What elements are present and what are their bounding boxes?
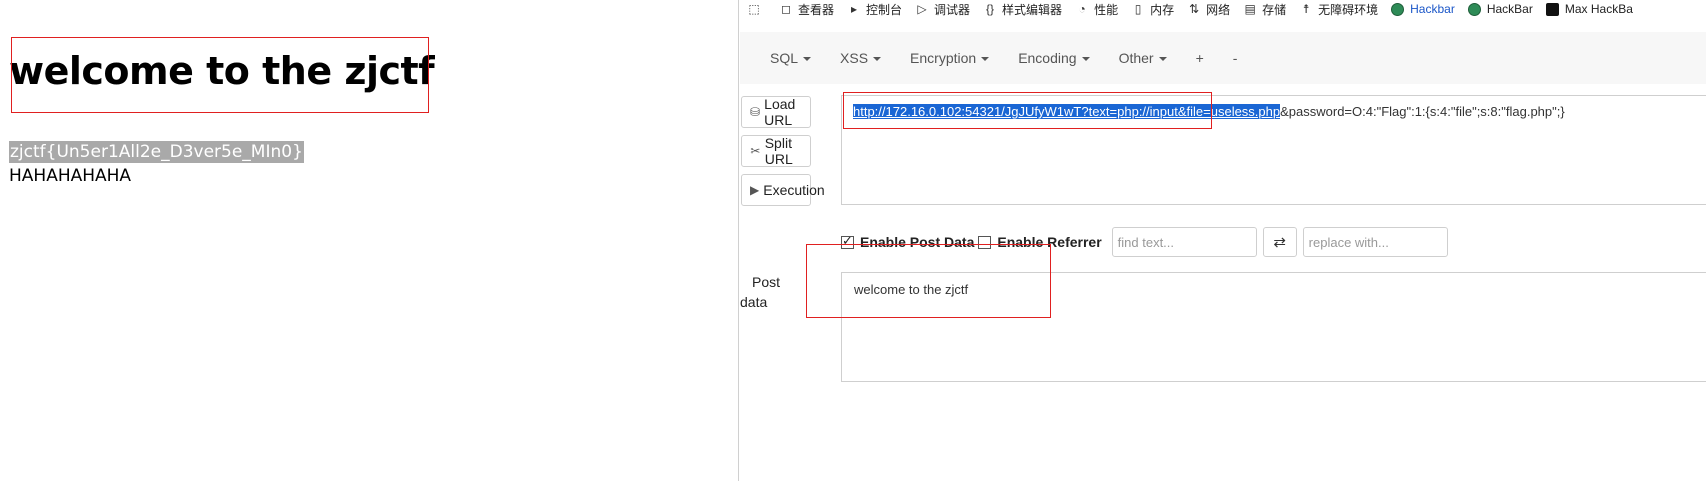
menu-label: -	[1232, 50, 1238, 66]
debugger-icon: ▷	[917, 2, 927, 16]
hackbar-toolbar: SQL XSS Encryption Encoding Other + -	[740, 32, 1706, 84]
url-rest-text: &password=O:4:"Flag":1:{s:4:"file";s:8:"…	[1280, 104, 1565, 119]
tab-debugger[interactable]: ▷ 调试器	[915, 0, 970, 18]
execution-button[interactable]: ▶ Execution	[741, 174, 825, 206]
load-url-button[interactable]: ⛁ Load URL	[741, 96, 811, 128]
tab-label: 查看器	[798, 2, 835, 17]
element-picker-button[interactable]: ⬚	[747, 0, 766, 18]
caret-down-icon	[803, 57, 812, 61]
performance-icon: ◔	[1078, 2, 1086, 16]
caret-down-icon	[873, 57, 882, 61]
menu-label: XSS	[840, 50, 869, 66]
caret-down-icon	[1158, 57, 1167, 61]
post-data-label: Post data	[740, 272, 820, 312]
menu-xss[interactable]: XSS	[840, 50, 882, 66]
post-label-line-2: data	[740, 294, 768, 310]
tab-style-editor[interactable]: {} 样式编辑器	[983, 0, 1062, 18]
menu-label: +	[1195, 50, 1204, 66]
caret-down-icon	[1081, 57, 1090, 61]
tab-label: Hackbar	[1410, 2, 1455, 16]
post-label-line-1: Post	[752, 274, 781, 290]
button-label: Split URL	[764, 135, 793, 167]
menu-encryption[interactable]: Encryption	[910, 50, 990, 66]
tab-label: 内存	[1150, 2, 1175, 17]
memory-icon: ▯	[1134, 2, 1142, 16]
tab-console[interactable]: ▸ 控制台	[847, 0, 902, 18]
network-icon: ⇅	[1189, 2, 1200, 16]
url-selected-text: http://172.16.0.102:54321/JgJUfyW1wT?tex…	[853, 104, 1281, 119]
tab-label: 网络	[1206, 2, 1231, 17]
devtools-panel: ⬚ ◻ 查看器 ▸ 控制台 ▷ 调试器 {} 样式编辑器 ◔ 性能 ▯ 内存 ⇅ 网络 ▤ 存储…	[738, 0, 1706, 481]
tab-accessibility[interactable]: ☨ 无障碍环境	[1299, 0, 1378, 18]
remove-button[interactable]: -	[1233, 50, 1238, 66]
console-icon: ▸	[851, 2, 858, 16]
enable-referrer-label: Enable Referrer	[997, 234, 1102, 250]
tab-label: 无障碍环境	[1318, 2, 1379, 17]
hackbar-icon	[1467, 2, 1481, 16]
caret-down-icon	[981, 57, 990, 61]
add-button[interactable]: +	[1196, 50, 1204, 66]
find-text-input[interactable]: find text...	[1111, 227, 1257, 257]
menu-label: Other	[1118, 50, 1154, 66]
tab-max-hackbar[interactable]: Max HackBa	[1545, 0, 1633, 18]
post-data-textarea[interactable]: welcome to the zjctf	[841, 272, 1706, 382]
menu-label: SQL	[770, 50, 799, 66]
load-icon: ⛁	[750, 105, 761, 119]
storage-icon: ▤	[1244, 2, 1256, 16]
tab-network[interactable]: ⇅ 网络	[1187, 0, 1230, 18]
scissors-icon: ✂	[750, 144, 761, 158]
swap-button[interactable]: ⇄	[1262, 227, 1297, 257]
picker-icon: ⬚	[748, 2, 760, 16]
hackbar-icon	[1391, 2, 1405, 16]
tab-hackbar[interactable]: Hackbar	[1391, 0, 1455, 18]
max-hackbar-icon	[1545, 2, 1559, 16]
menu-encoding[interactable]: Encoding	[1018, 50, 1090, 66]
tab-label: 样式编辑器	[1002, 2, 1063, 17]
menu-label: Encryption	[910, 50, 977, 66]
style-editor-icon: {}	[986, 2, 995, 16]
devtools-tab-bar: ⬚ ◻ 查看器 ▸ 控制台 ▷ 调试器 {} 样式编辑器 ◔ 性能 ▯ 内存 ⇅ 网络 ▤ 存储…	[739, 0, 1706, 18]
tab-label: HackBar	[1486, 2, 1533, 16]
enable-post-checkbox[interactable]	[841, 233, 854, 249]
tab-label: 控制台	[866, 2, 903, 17]
flag-text: zjctf{Un5er1All2e_D3ver5e_MIn0}	[9, 141, 304, 163]
tab-inspector[interactable]: ◻ 查看器	[779, 0, 834, 18]
page-heading: welcome to the zjctf	[9, 49, 435, 93]
button-label: Load URL	[764, 96, 796, 128]
menu-sql[interactable]: SQL	[770, 50, 812, 66]
web-page-content: welcome to the zjctf zjctf{Un5er1All2e_D…	[0, 0, 740, 481]
tab-storage[interactable]: ▤ 存储	[1243, 0, 1286, 18]
accessibility-icon: ☨	[1302, 2, 1310, 16]
enable-referrer-checkbox[interactable]	[978, 235, 992, 249]
tab-label: 存储	[1262, 2, 1287, 17]
tab-label: 调试器	[934, 2, 971, 17]
tab-label: 性能	[1094, 2, 1119, 17]
haha-text: HAHAHAHAHA	[9, 166, 132, 186]
button-label: Execution	[763, 182, 825, 198]
replace-text-input[interactable]: replace with...	[1302, 227, 1448, 257]
split-url-button[interactable]: ✂ Split URL	[741, 135, 811, 167]
tab-hackbar-2[interactable]: HackBar	[1467, 0, 1533, 18]
tab-performance[interactable]: ◔ 性能	[1075, 0, 1118, 18]
tab-label: Max HackBa	[1564, 2, 1633, 16]
tab-memory[interactable]: ▯ 内存	[1131, 0, 1174, 18]
enable-post-label: Enable Post Data	[860, 234, 975, 250]
inspector-icon: ◻	[781, 2, 791, 16]
url-textarea[interactable]: http://172.16.0.102:54321/JgJUfyW1wT?tex…	[841, 95, 1706, 205]
play-icon: ▶	[750, 183, 760, 197]
options-row: Enable Post Data Enable Referrer find te…	[841, 226, 1448, 258]
menu-label: Encoding	[1018, 50, 1077, 66]
menu-other[interactable]: Other	[1119, 50, 1167, 66]
